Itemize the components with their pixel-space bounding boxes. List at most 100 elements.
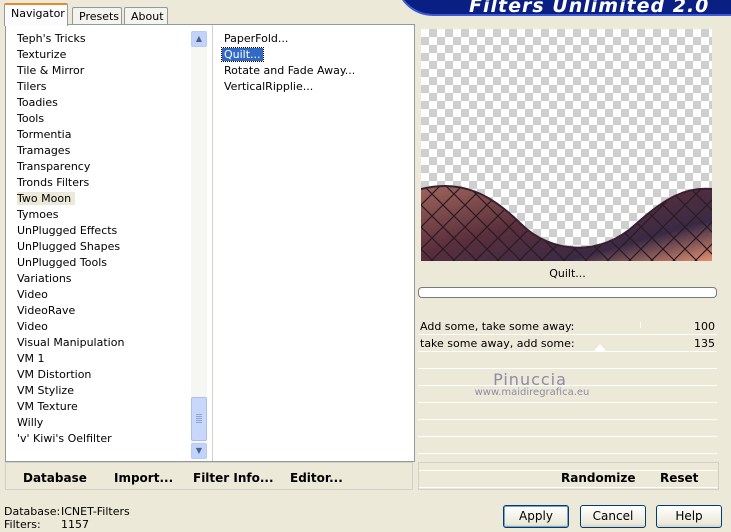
scroll-down-button[interactable]: ▼ xyxy=(191,443,207,459)
param-row[interactable]: take some away, add some: 135 xyxy=(418,335,717,352)
slider-tick xyxy=(640,322,641,328)
apply-button[interactable]: Apply xyxy=(503,505,569,528)
category-scrollbar[interactable]: ▲ ▼ xyxy=(191,31,207,459)
category-label: Tronds Filters xyxy=(17,176,90,189)
filter-label: Quilt... xyxy=(221,47,264,62)
preview-image xyxy=(421,184,712,261)
filter-info-button[interactable]: Filter Info... xyxy=(193,471,274,485)
scroll-up-button[interactable]: ▲ xyxy=(191,31,207,47)
empty-param-row xyxy=(418,386,717,403)
filters-count: 1157 xyxy=(61,518,89,531)
category-label: Two Moon xyxy=(17,192,76,205)
param-value[interactable]: 100 xyxy=(694,320,715,333)
category-item[interactable]: VM 1 xyxy=(16,351,191,367)
progress-bar xyxy=(418,287,717,298)
randomize-button[interactable]: Randomize xyxy=(561,471,635,485)
param-slider[interactable] xyxy=(568,319,641,333)
category-label: VM Texture xyxy=(17,400,78,413)
category-label: Tile & Mirror xyxy=(17,64,85,77)
category-label: Tilers xyxy=(17,80,47,93)
preview-button-bar: Randomize Reset xyxy=(418,462,719,490)
category-item[interactable]: VideoRave xyxy=(16,303,191,319)
app-banner: Filters Unlimited 2.0 xyxy=(395,0,731,17)
param-label: Add some, take some away: xyxy=(420,320,575,333)
category-label: Texturize xyxy=(17,48,67,61)
filter-label: Rotate and Fade Away... xyxy=(224,64,356,77)
category-label: Willy xyxy=(17,416,44,429)
param-slider[interactable] xyxy=(568,336,640,351)
filter-list: PaperFold... Quilt... Rotate and Fade Away… xyxy=(221,31,402,95)
filter-item[interactable]: VerticalRipplie... xyxy=(222,79,402,95)
category-item[interactable]: Willy xyxy=(16,415,191,431)
category-label: Tymoes xyxy=(17,208,59,221)
empty-param-row xyxy=(418,352,717,369)
category-label: VM 1 xyxy=(17,352,45,365)
database-label: Database: xyxy=(4,505,61,518)
category-item[interactable]: Toadies xyxy=(16,95,191,111)
category-item[interactable]: VM Stylize xyxy=(16,383,191,399)
category-item[interactable]: Variations xyxy=(16,271,191,287)
category-item[interactable]: 'v' Kiwi's Oelfilter xyxy=(16,431,191,447)
empty-param-row xyxy=(418,403,717,420)
category-label: Video xyxy=(17,320,48,333)
category-item[interactable]: Tormentia xyxy=(16,127,191,143)
category-item[interactable]: Video xyxy=(16,319,191,335)
category-item[interactable]: Tymoes xyxy=(16,207,191,223)
param-row[interactable]: Add some, take some away: 100 xyxy=(418,318,717,335)
category-item[interactable]: UnPlugged Tools xyxy=(16,255,191,271)
filter-label: PaperFold... xyxy=(224,32,289,45)
scroll-thumb[interactable] xyxy=(191,397,207,441)
category-label: 'v' Kiwi's Oelfilter xyxy=(17,432,112,445)
navigator-button-bar: Database Import... Filter Info... Editor… xyxy=(5,462,413,490)
category-label: Teph's Tricks xyxy=(17,32,86,45)
category-label: Toadies xyxy=(17,96,58,109)
category-item[interactable]: Visual Manipulation xyxy=(16,335,191,351)
empty-param-row xyxy=(418,420,717,437)
import-button[interactable]: Import... xyxy=(114,471,173,485)
filter-label: VerticalRipplie... xyxy=(224,80,314,93)
category-item[interactable]: Tools xyxy=(16,111,191,127)
list-divider xyxy=(212,25,213,461)
slider-tick xyxy=(568,322,569,328)
category-item[interactable]: Tile & Mirror xyxy=(16,63,191,79)
banner-title: Filters Unlimited 2.0 xyxy=(469,0,710,17)
category-item[interactable]: Teph's Tricks xyxy=(16,31,191,47)
category-item[interactable]: Tramages xyxy=(16,143,191,159)
category-label: VM Distortion xyxy=(17,368,92,381)
category-label: UnPlugged Shapes xyxy=(17,240,121,253)
category-label: Tools xyxy=(17,112,45,125)
help-button[interactable]: Help xyxy=(656,505,722,528)
status-info: Database: ICNET-Filters Filters: 1157 xyxy=(4,505,130,531)
category-item[interactable]: Video xyxy=(16,287,191,303)
category-label: VideoRave xyxy=(17,304,76,317)
filter-item[interactable]: PaperFold... xyxy=(222,31,402,47)
empty-param-row xyxy=(418,437,717,454)
category-item[interactable]: Transparency xyxy=(16,159,191,175)
category-item[interactable]: Tilers xyxy=(16,79,191,95)
navigator-panel: Teph's Tricks Texturize Tile & Mirror Tiler… xyxy=(5,24,415,462)
category-label: UnPlugged Tools xyxy=(17,256,107,269)
filter-item[interactable]: Quilt... xyxy=(221,47,402,63)
grip-icon xyxy=(196,414,202,424)
category-item[interactable]: UnPlugged Shapes xyxy=(16,239,191,255)
reset-button[interactable]: Reset xyxy=(660,471,698,485)
database-value: ICNET-Filters xyxy=(61,505,130,518)
category-item[interactable]: Tronds Filters xyxy=(16,175,191,191)
category-item[interactable]: UnPlugged Effects xyxy=(16,223,191,239)
empty-param-row xyxy=(418,369,717,386)
param-value[interactable]: 135 xyxy=(694,337,715,350)
category-item[interactable]: VM Distortion xyxy=(16,367,191,383)
tab-navigator[interactable]: Navigator xyxy=(4,3,68,26)
category-item[interactable]: Texturize xyxy=(16,47,191,63)
category-item[interactable]: VM Texture xyxy=(16,399,191,415)
category-label: Variations xyxy=(17,272,72,285)
category-label: Tormentia xyxy=(17,128,72,141)
editor-button[interactable]: Editor... xyxy=(290,471,343,485)
cancel-button[interactable]: Cancel xyxy=(580,505,646,528)
category-item[interactable]: Two Moon xyxy=(16,191,191,207)
filter-item[interactable]: Rotate and Fade Away... xyxy=(222,63,402,79)
database-button[interactable]: Database xyxy=(23,471,87,485)
slider-knob[interactable] xyxy=(594,344,606,351)
current-filter-name: Quilt... xyxy=(549,267,586,280)
category-label: Video xyxy=(17,288,48,301)
